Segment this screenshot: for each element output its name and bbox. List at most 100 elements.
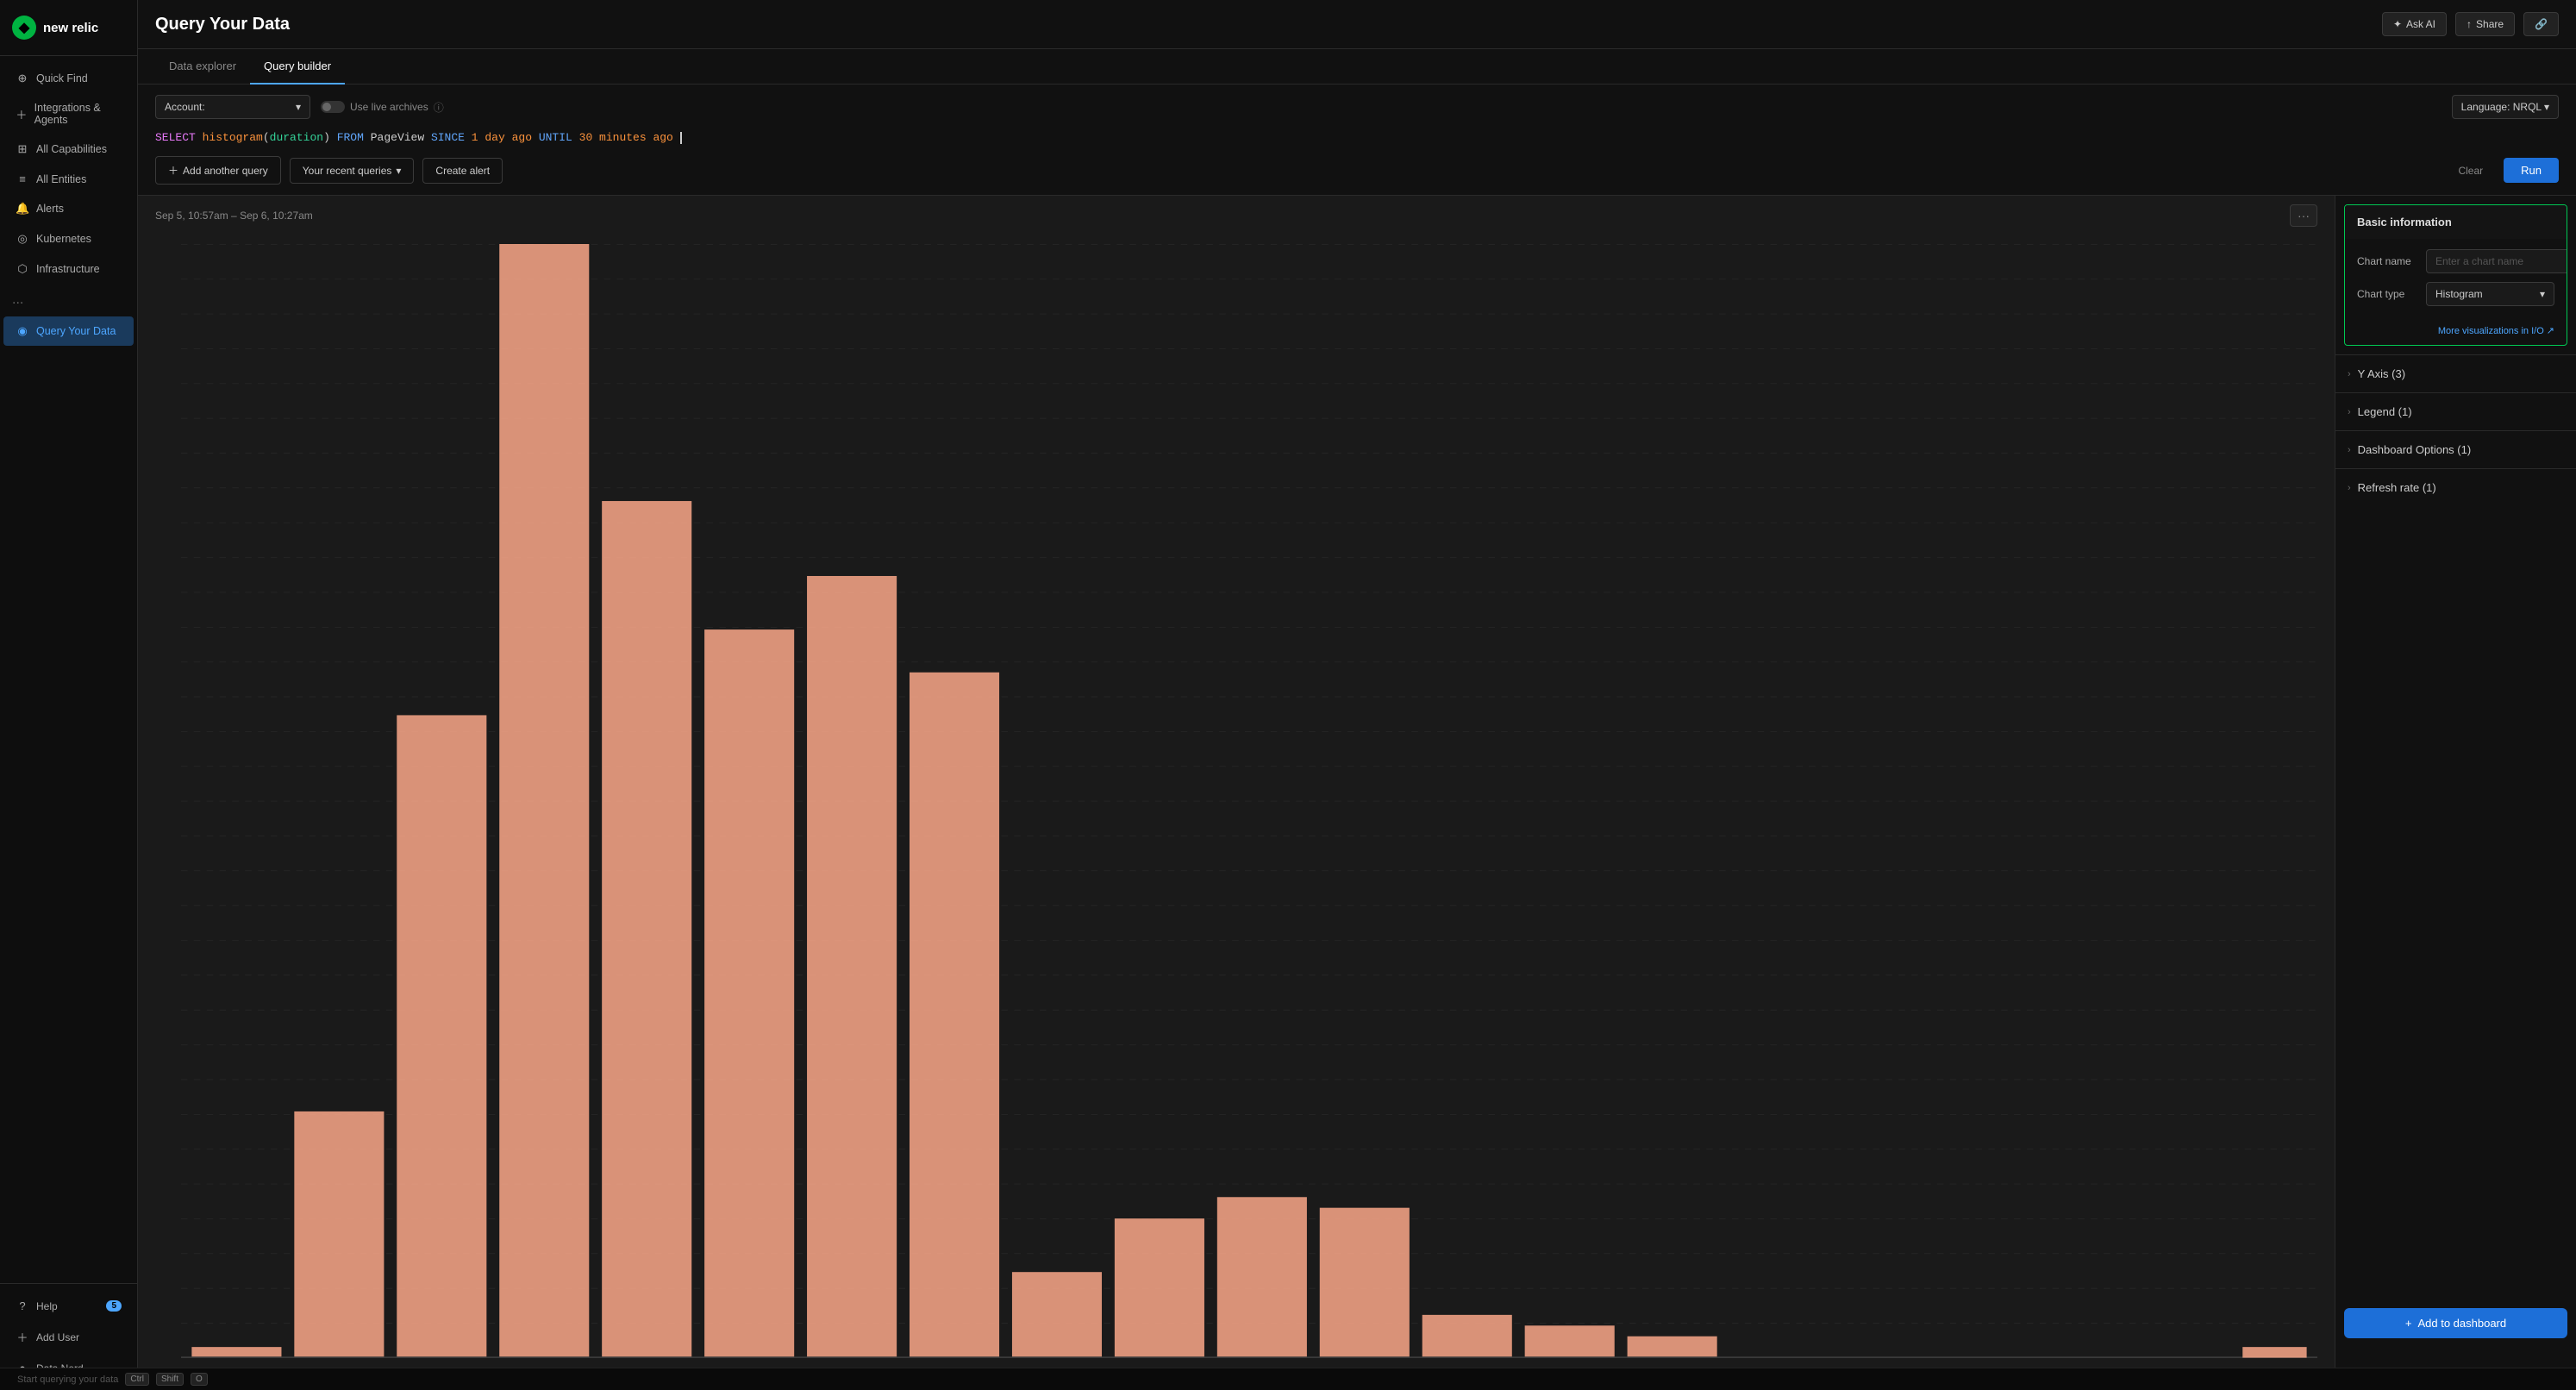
viz-link-text: More visualizations in I/O — [2438, 326, 2544, 336]
sidebar-item-label: Help — [36, 1300, 58, 1312]
sidebar-item-label: Kubernetes — [36, 233, 91, 245]
logo-icon: ◆ — [12, 16, 36, 40]
alerts-icon: 🔔 — [16, 202, 29, 216]
sidebar-item-help[interactable]: ? Help 5 — [3, 1292, 134, 1320]
page-title: Query Your Data — [155, 15, 290, 34]
query-editor[interactable]: SELECT histogram(duration) FROM PageView… — [155, 128, 2559, 147]
status-text: Start querying your data — [17, 1374, 118, 1385]
account-select[interactable]: Account: ▾ — [155, 95, 310, 119]
chart-name-row: Chart name — [2357, 249, 2554, 273]
sidebar-item-label: Quick Find — [36, 72, 88, 85]
share-button[interactable]: ↑ Share — [2455, 12, 2515, 36]
tab-query-builder[interactable]: Query builder — [250, 49, 345, 85]
top-header: Query Your Data ✦ Ask AI ↑ Share 🔗 — [138, 0, 2576, 49]
help-icon: ? — [16, 1299, 29, 1312]
external-link-icon: ↗ — [2547, 325, 2554, 336]
run-button[interactable]: Run — [2504, 158, 2559, 183]
sidebar-item-label: Query Your Data — [36, 325, 116, 337]
live-archives-info-icon: ⓘ — [434, 100, 444, 115]
querydata-icon: ◉ — [16, 324, 29, 338]
more-label: ... — [12, 292, 23, 307]
chart-container: Sep 5, 10:57am – Sep 6, 10:27am ··· 6.2k… — [138, 196, 2576, 1390]
sidebar-item-querydata[interactable]: ◉ Query Your Data — [3, 316, 134, 346]
sidebar-item-kubernetes[interactable]: ◎ Kubernetes — [3, 224, 134, 254]
sidebar-nav: ⊕ Quick Find ＋ Integrations & Agents ⊞ A… — [0, 56, 137, 1283]
viz-link[interactable]: More visualizations in I/O ↗ — [2345, 325, 2567, 345]
chart-more-button[interactable]: ··· — [2290, 204, 2317, 227]
integrations-icon: ＋ — [16, 106, 28, 122]
tab-data-explorer[interactable]: Data explorer — [155, 49, 250, 85]
ask-ai-icon: ✦ — [2393, 18, 2402, 30]
account-chevron-icon: ▾ — [296, 101, 301, 113]
cursor — [680, 132, 682, 144]
sidebar-more[interactable]: ... — [0, 285, 137, 316]
histogram-svg: 6.2k 6k 5.8k 5.4k 5k 4.6k 4.2k 3.8k 3.4k… — [181, 244, 2317, 1358]
add-to-dashboard-button[interactable]: + Add to dashboard — [2344, 1308, 2567, 1338]
legend-section[interactable]: › Legend (1) — [2335, 392, 2576, 430]
add-dashboard-icon: + — [2405, 1317, 2412, 1330]
capabilities-icon: ⊞ — [16, 142, 29, 156]
entities-icon: ≡ — [16, 172, 29, 185]
header-actions: ✦ Ask AI ↑ Share 🔗 — [2382, 12, 2559, 36]
status-bar: Start querying your data Ctrl Shift O — [0, 1368, 2576, 1390]
sidebar-item-label: Alerts — [36, 203, 64, 215]
tabs-bar: Data explorer Query builder — [138, 49, 2576, 85]
sidebar-item-label: Integrations & Agents — [34, 102, 122, 126]
recent-queries-button[interactable]: Your recent queries ▾ — [290, 158, 415, 184]
ask-ai-label: Ask AI — [2406, 18, 2435, 30]
add-query-icon: ＋ — [168, 163, 178, 178]
recent-queries-label: Your recent queries — [303, 165, 392, 177]
dashboard-options-section[interactable]: › Dashboard Options (1) — [2335, 430, 2576, 468]
chart-name-label: Chart name — [2357, 255, 2426, 267]
create-alert-button[interactable]: Create alert — [422, 158, 503, 184]
kbd-shift: Shift — [156, 1373, 184, 1386]
q-select: SELECT — [155, 131, 196, 144]
help-badge: 5 — [106, 1300, 122, 1312]
ask-ai-button[interactable]: ✦ Ask AI — [2382, 12, 2447, 36]
sidebar-item-entities[interactable]: ≡ All Entities — [3, 165, 134, 193]
sidebar-item-infrastructure[interactable]: ⬡ Infrastructure — [3, 254, 134, 284]
sidebar-item-alerts[interactable]: 🔔 Alerts — [3, 194, 134, 223]
chart-header: Sep 5, 10:57am – Sep 6, 10:27am ··· — [138, 196, 2335, 235]
live-archives-toggle[interactable] — [321, 101, 345, 113]
account-label: Account: — [165, 101, 205, 113]
sidebar-item-adduser[interactable]: ＋ Add User — [3, 1321, 134, 1353]
chart-date-range: Sep 5, 10:57am – Sep 6, 10:27am — [155, 210, 313, 222]
q-func: histogram — [203, 131, 263, 144]
add-query-button[interactable]: ＋ Add another query — [155, 156, 281, 185]
dashboard-options-chevron-icon: › — [2348, 445, 2351, 455]
language-label: Language: NRQL — [2461, 101, 2542, 113]
sidebar-item-quickfind[interactable]: ⊕ Quick Find — [3, 64, 134, 93]
sidebar-item-integrations[interactable]: ＋ Integrations & Agents — [3, 94, 134, 134]
refresh-rate-section[interactable]: › Refresh rate (1) — [2335, 468, 2576, 506]
basic-info-section: Basic information Chart name Chart type … — [2344, 204, 2567, 346]
infrastructure-icon: ⬡ — [16, 262, 29, 276]
sidebar-item-label: Add User — [36, 1331, 79, 1343]
y-axis-label: Y Axis (3) — [2358, 367, 2405, 380]
share-icon: ↑ — [2467, 18, 2472, 30]
link-button[interactable]: 🔗 — [2523, 12, 2559, 36]
language-chevron-icon: ▾ — [2544, 101, 2549, 113]
query-actions: ＋ Add another query Your recent queries … — [155, 156, 2559, 185]
chart-type-select[interactable]: Histogram ▾ — [2426, 282, 2554, 306]
chart-type-value: Histogram — [2435, 288, 2483, 300]
create-alert-label: Create alert — [435, 165, 490, 177]
legend-chevron-icon: › — [2348, 407, 2351, 417]
y-axis-section[interactable]: › Y Axis (3) — [2335, 354, 2576, 392]
account-row: Account: ▾ Use live archives ⓘ Language:… — [155, 95, 2559, 119]
recent-queries-chevron-icon: ▾ — [396, 165, 401, 177]
basic-info-body: Chart name Chart type Histogram ▾ — [2345, 239, 2567, 325]
live-archives-toggle-row: Use live archives ⓘ — [321, 100, 444, 115]
chart-type-row: Chart type Histogram ▾ — [2357, 282, 2554, 306]
sidebar-item-capabilities[interactable]: ⊞ All Capabilities — [3, 135, 134, 164]
chart-main: Sep 5, 10:57am – Sep 6, 10:27am ··· 6.2k… — [138, 196, 2335, 1390]
right-panel: Basic information Chart name Chart type … — [2335, 196, 2576, 1390]
query-area: Account: ▾ Use live archives ⓘ Language:… — [138, 85, 2576, 196]
language-select[interactable]: Language: NRQL ▾ — [2452, 95, 2559, 119]
link-icon: 🔗 — [2535, 18, 2548, 30]
chart-name-input[interactable] — [2426, 249, 2567, 273]
kbd-o: O — [191, 1373, 208, 1386]
live-archives-label: Use live archives — [350, 101, 428, 113]
clear-button[interactable]: Clear — [2446, 159, 2495, 183]
sidebar: ◆ new relic ⊕ Quick Find ＋ Integrations … — [0, 0, 138, 1390]
